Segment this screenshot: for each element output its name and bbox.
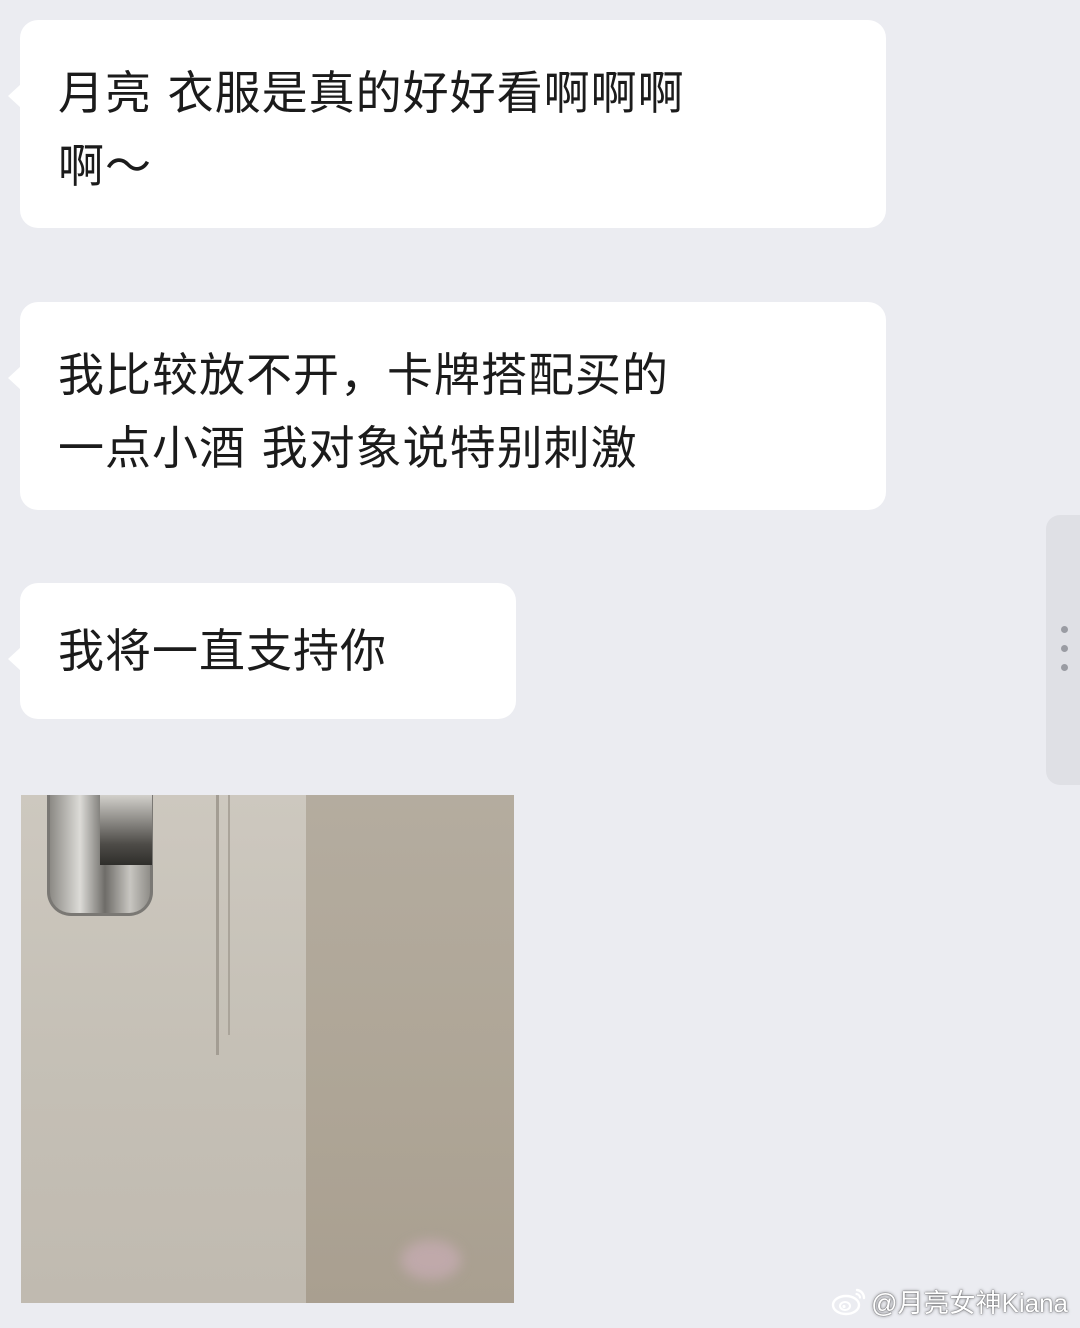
side-panel-handle[interactable] [1046,515,1080,785]
message-text-line: 月亮 衣服是真的好好看啊啊啊 [58,66,685,120]
more-vertical-icon [1061,645,1068,652]
more-vertical-icon [1061,626,1068,633]
chat-bubble-incoming[interactable]: 我比较放不开，卡牌搭配买的 一点小酒 我对象说特别刺激 [8,302,886,510]
image-message-thumbnail[interactable] [21,795,514,1303]
photo-wall-shadow [306,795,514,1303]
more-vertical-icon [1061,664,1068,671]
watermark-text: @月亮女神Kiana [871,1287,1068,1318]
message-text-line: 我比较放不开，卡牌搭配买的 [58,348,669,402]
weibo-icon [831,1288,866,1316]
message-text-line: 我将一直支持你 [58,624,387,678]
photo-wall-seam [228,795,230,1035]
photo-metal-fixture [47,795,153,916]
message-text-line: 一点小酒 我对象说特别刺激 [58,421,638,475]
chat-bubble-incoming[interactable]: 我将一直支持你 [8,583,516,719]
photo-light-glow [401,1240,461,1280]
photo-wall-seam [216,795,219,1055]
message-text-line: 啊～ [58,139,152,193]
chat-bubble-incoming[interactable]: 月亮 衣服是真的好好看啊啊啊 啊～ [8,20,886,228]
watermark: @月亮女神Kiana [831,1284,1068,1318]
photo-fixture-detail [100,795,152,865]
